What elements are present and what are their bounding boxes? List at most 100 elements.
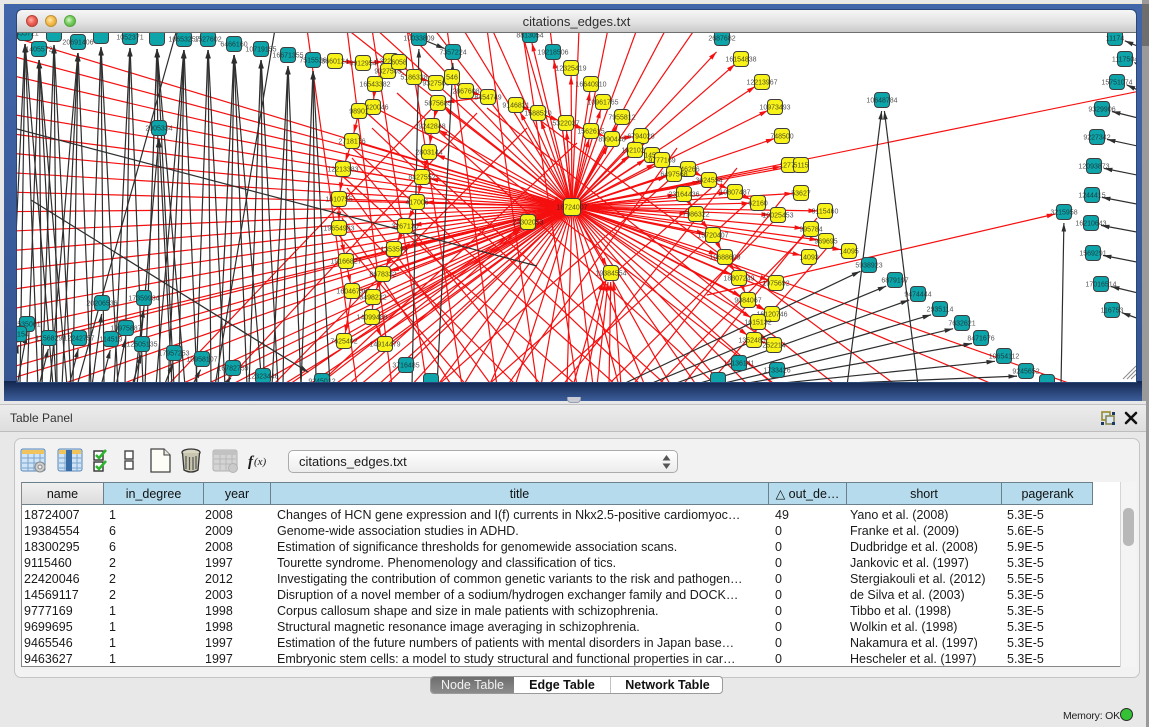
- svg-text:3716485: 3716485: [392, 363, 419, 370]
- svg-text:14099489: 14099489: [356, 315, 387, 322]
- svg-text:14095: 14095: [839, 249, 859, 256]
- svg-text:1527602: 1527602: [194, 37, 221, 44]
- svg-text:3215958: 3215958: [1050, 210, 1077, 217]
- svg-text:9777169: 9777169: [648, 158, 675, 165]
- svg-text:16640910: 16640910: [575, 82, 606, 89]
- svg-text:18724007: 18724007: [556, 205, 587, 212]
- svg-text:2935114: 2935114: [927, 307, 954, 314]
- svg-text:1562615: 1562615: [577, 129, 604, 136]
- svg-text:23302053: 23302053: [512, 220, 543, 227]
- svg-text:1569291: 1569291: [1079, 251, 1106, 258]
- svg-text:1610755: 1610755: [325, 197, 352, 204]
- svg-text:8912954: 8912954: [349, 61, 376, 68]
- svg-text:6497568: 6497568: [660, 172, 687, 179]
- svg-text:417006: 417006: [405, 200, 428, 207]
- svg-text:5322037: 5322037: [552, 121, 579, 128]
- svg-text:9329906: 9329906: [1088, 107, 1115, 114]
- svg-text:39154: 39154: [17, 332, 29, 339]
- svg-text:16046736: 16046736: [336, 289, 367, 296]
- svg-text:20206536: 20206536: [86, 301, 117, 308]
- svg-text:53627: 53627: [791, 191, 811, 198]
- svg-text:995784: 995784: [799, 227, 822, 234]
- svg-text:19166827: 19166827: [330, 259, 361, 266]
- svg-text:8813054: 8813054: [516, 33, 543, 40]
- svg-text:9474444: 9474444: [904, 292, 931, 299]
- svg-text:2905334: 2905334: [145, 126, 172, 133]
- svg-text:17016514: 17016514: [1085, 282, 1116, 289]
- svg-text:15720407: 15720407: [697, 233, 728, 240]
- svg-text:12242757: 12242757: [63, 336, 94, 343]
- svg-text:8678332: 8678332: [369, 272, 396, 279]
- svg-text:23164436: 23164436: [668, 192, 699, 199]
- svg-text:5115: 5115: [793, 163, 808, 170]
- svg-text:1975692: 1975692: [762, 281, 789, 288]
- svg-text:6794028: 6794028: [627, 134, 654, 141]
- svg-text:10025453: 10025453: [762, 213, 793, 220]
- svg-text:62160: 62160: [748, 201, 768, 208]
- svg-text:1353594: 1353594: [380, 247, 407, 254]
- svg-text:2055721: 2055721: [17, 33, 39, 38]
- svg-text:16210643: 16210643: [1075, 221, 1106, 228]
- svg-text:1244415: 1244415: [1078, 193, 1105, 200]
- svg-text:12093873: 12093873: [1078, 164, 1109, 171]
- svg-text:19654983: 19654983: [323, 226, 354, 233]
- svg-text:8660124: 8660124: [321, 59, 348, 66]
- svg-text:1615132: 1615132: [744, 320, 771, 327]
- svg-text:9084067: 9084067: [734, 298, 761, 305]
- svg-text:7986322: 7986322: [682, 212, 709, 219]
- svg-text:19218506: 19218506: [537, 50, 568, 57]
- svg-text:1405572: 1405572: [25, 47, 52, 54]
- svg-text:10975887: 10975887: [110, 326, 141, 333]
- svg-text:1052371: 1052371: [116, 35, 143, 42]
- svg-text:14914479: 14914479: [369, 342, 400, 349]
- svg-text:2718176: 2718176: [338, 139, 365, 146]
- svg-text:8427552: 8427552: [408, 175, 435, 182]
- svg-text:252214: 252214: [762, 343, 785, 350]
- svg-text:12213383: 12213383: [327, 167, 358, 174]
- svg-text:3267130: 3267130: [391, 224, 418, 231]
- svg-text:98901: 98901: [349, 109, 369, 116]
- svg-text:6879197: 6879197: [881, 278, 908, 285]
- svg-text:16543382: 16543382: [359, 82, 390, 89]
- svg-text:10648784: 10648784: [866, 98, 897, 105]
- svg-text:7955812: 7955812: [608, 115, 635, 122]
- svg-text:16154838: 16154838: [725, 57, 756, 64]
- svg-text:1733426: 1733426: [763, 368, 790, 375]
- svg-text:14136141: 14136141: [723, 361, 754, 368]
- svg-text:16782759: 16782759: [217, 366, 248, 373]
- svg-text:10654112: 10654112: [989, 354, 1020, 361]
- svg-text:6058: 6058: [391, 60, 407, 67]
- svg-text:8990448: 8990448: [598, 137, 625, 144]
- svg-text:546: 546: [446, 75, 458, 82]
- svg-text:5875685: 5875685: [424, 101, 451, 108]
- svg-text:10807487: 10807487: [719, 190, 750, 197]
- svg-text:3624554: 3624554: [695, 178, 722, 185]
- svg-text:15751074: 15751074: [1101, 80, 1132, 87]
- svg-text:19384554: 19384554: [595, 271, 626, 278]
- svg-text:14093: 14093: [799, 255, 819, 262]
- svg-text:8454749: 8454749: [474, 95, 501, 102]
- svg-text:3498222: 3498222: [359, 295, 386, 302]
- svg-text:6466160: 6466160: [220, 42, 247, 49]
- svg-text:17957253: 17957253: [158, 351, 189, 358]
- svg-text:1588520: 1588520: [524, 111, 551, 118]
- svg-text:11174: 11174: [1106, 36, 1125, 43]
- svg-text:9245652: 9245652: [1012, 369, 1039, 376]
- svg-text:12505135: 12505135: [126, 342, 157, 349]
- svg-text:969695: 969695: [814, 239, 837, 246]
- svg-text:748500: 748500: [770, 134, 793, 141]
- svg-text:9227342: 9227342: [1083, 135, 1110, 142]
- svg-text:1156829: 1156829: [36, 336, 63, 343]
- svg-text:9242848: 9242848: [418, 124, 445, 131]
- svg-text:10033809: 10033809: [403, 36, 434, 43]
- svg-text:9115460: 9115460: [812, 209, 839, 216]
- svg-text:114519: 114519: [100, 337, 123, 344]
- svg-text:116753: 116753: [1101, 308, 1124, 315]
- svg-text:7357224: 7357224: [439, 50, 466, 57]
- svg-text:12323446: 12323446: [247, 374, 278, 381]
- svg-text:(x): (x): [254, 456, 267, 468]
- svg-text:18807249: 18807249: [723, 276, 754, 283]
- svg-text:20691406: 20691406: [62, 40, 93, 47]
- svg-text:10688609: 10688609: [709, 255, 740, 262]
- svg-text:12213967: 12213967: [746, 80, 777, 87]
